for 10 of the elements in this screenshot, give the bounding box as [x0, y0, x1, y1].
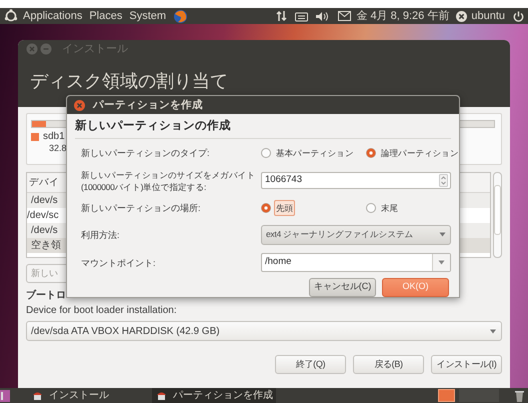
- page-heading: ディスク領域の割り当て: [30, 72, 228, 90]
- legend-name: sdb1: [43, 131, 66, 143]
- section-heading: ブートロ: [26, 291, 66, 301]
- field-label: 新しいパーティションのタイプ:: [81, 146, 211, 158]
- field-label: Device for boot loader installation:: [26, 306, 177, 316]
- dialog-title: パーティションを作成: [93, 100, 203, 110]
- field-label: 利用方法:: [81, 228, 121, 240]
- dialog-heading: 新しいパーティションの作成: [75, 121, 231, 132]
- field-label: 新しいパーティションの場所:: [81, 202, 202, 214]
- legend-size: 32.8: [48, 143, 67, 154]
